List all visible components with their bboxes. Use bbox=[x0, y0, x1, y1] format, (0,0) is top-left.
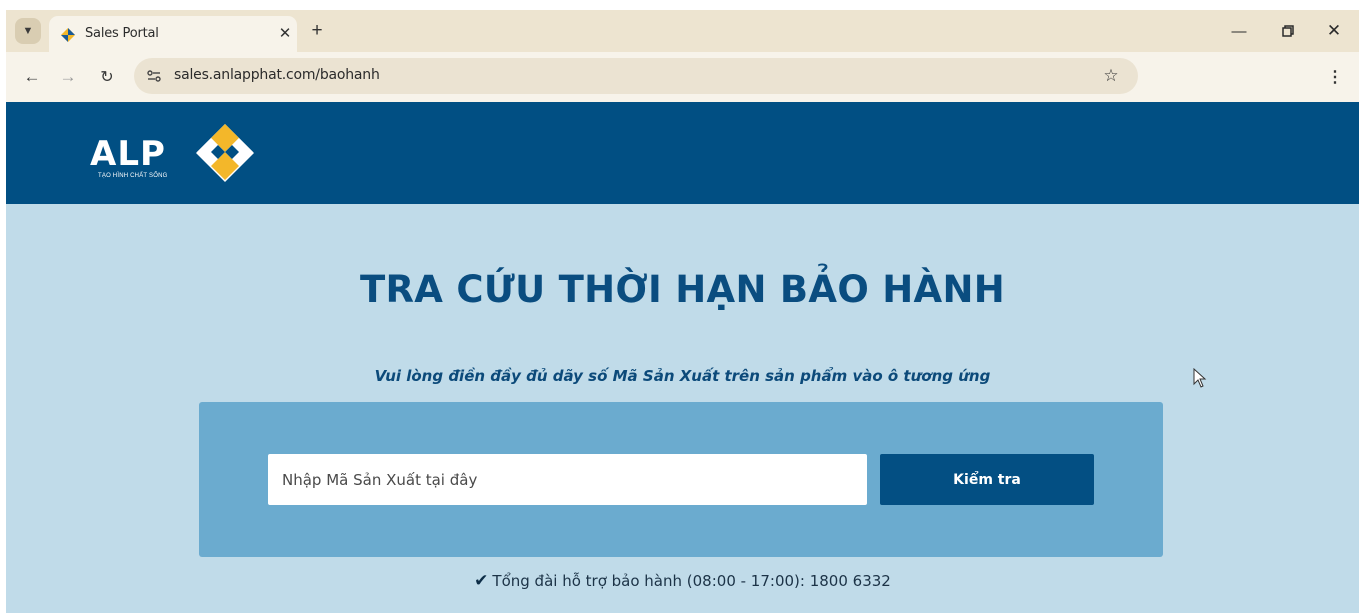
page-title: TRA CỨU THỜI HẠN BẢO HÀNH bbox=[359, 268, 1006, 311]
minimize-icon[interactable]: — bbox=[1224, 18, 1254, 44]
tab-title: Sales Portal bbox=[85, 26, 159, 41]
url-text[interactable]: sales.anlapphat.com/baohanh bbox=[174, 67, 380, 83]
reload-icon[interactable]: ↻ bbox=[94, 64, 120, 90]
hotline-info: ✔ Tổng đài hỗ trợ bảo hành (08:00 - 17:00… bbox=[6, 571, 1359, 591]
restore-icon-glyph bbox=[1282, 25, 1294, 37]
logo-tagline: TẠO HÌNH CHẤT SỐNG bbox=[98, 173, 168, 179]
favicon-icon bbox=[61, 28, 75, 42]
mouse-cursor-icon bbox=[1193, 368, 1207, 388]
page-content: ALP TẠO HÌNH CHẤT SỐNG TRA CỨU THỜI HẠN … bbox=[6, 102, 1359, 613]
close-icon[interactable]: ✕ bbox=[275, 23, 295, 43]
alp-logo[interactable]: ALP TẠO HÌNH CHẤT SỐNG bbox=[90, 122, 260, 184]
arrow-right-icon[interactable]: → bbox=[55, 64, 81, 90]
restore-icon[interactable] bbox=[1273, 18, 1303, 44]
browser-toolbar: ← → ↻ sales.anlapphat.com/baohanh ☆ ⋮ bbox=[6, 52, 1359, 102]
star-icon[interactable]: ☆ bbox=[1100, 65, 1122, 87]
logo-text: ALP bbox=[90, 134, 166, 174]
product-code-input[interactable] bbox=[268, 454, 867, 505]
plus-icon[interactable]: + bbox=[306, 20, 328, 42]
site-header: ALP TẠO HÌNH CHẤT SỐNG bbox=[6, 102, 1359, 204]
warranty-search-panel: Kiểm tra bbox=[199, 402, 1163, 557]
window-close-icon[interactable]: ✕ bbox=[1319, 18, 1349, 44]
tune-icon[interactable] bbox=[144, 66, 164, 86]
tab-sales-portal[interactable]: Sales Portal ✕ bbox=[49, 16, 297, 52]
logo-mark-icon bbox=[196, 124, 254, 182]
hotline-text: Tổng đài hỗ trợ bảo hành (08:00 - 17:00)… bbox=[492, 572, 891, 590]
instruction-text: Vui lòng điền đầy đủ dãy số Mã Sản Xuất … bbox=[374, 367, 991, 385]
tune-icon-glyph bbox=[147, 70, 161, 82]
check-button[interactable]: Kiểm tra bbox=[880, 454, 1094, 505]
checkmark-icon: ✔ bbox=[474, 571, 489, 591]
arrow-left-icon[interactable]: ← bbox=[19, 64, 45, 90]
tab-strip: ▼ Sales Portal ✕ + — ✕ bbox=[6, 10, 1359, 52]
kebab-menu-icon[interactable]: ⋮ bbox=[1324, 64, 1346, 90]
chevron-down-icon[interactable]: ▼ bbox=[15, 18, 41, 44]
address-bar[interactable]: sales.anlapphat.com/baohanh ☆ bbox=[134, 58, 1138, 94]
browser-window: ▼ Sales Portal ✕ + — ✕ ← → ↻ sales.anlap… bbox=[6, 10, 1359, 102]
